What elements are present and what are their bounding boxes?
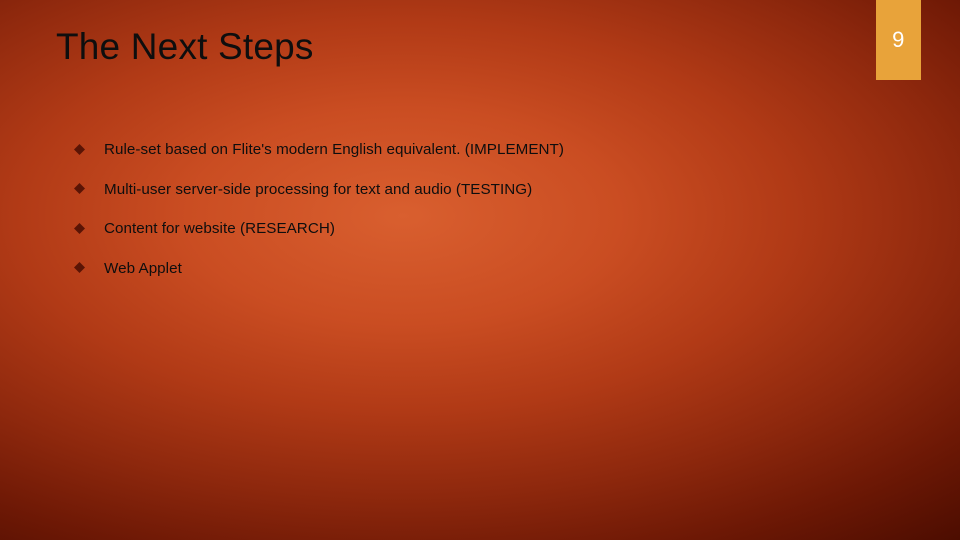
slide: 9 The Next Steps Rule-set based on Flite…	[0, 0, 960, 540]
diamond-bullet-icon	[72, 261, 86, 275]
page-number-badge: 9	[876, 0, 921, 80]
list-item-text: Web Applet	[104, 259, 182, 280]
diamond-bullet-icon	[72, 182, 86, 196]
list-item-text: Rule-set based on Flite's modern English…	[104, 140, 564, 161]
list-item-text: Content for website (RESEARCH)	[104, 219, 335, 240]
list-item: Web Applet	[72, 259, 900, 280]
slide-title: The Next Steps	[56, 26, 314, 68]
diamond-bullet-icon	[72, 221, 86, 235]
bullet-list: Rule-set based on Flite's modern English…	[72, 140, 900, 279]
slide-content: Rule-set based on Flite's modern English…	[72, 140, 900, 298]
diamond-bullet-icon	[72, 142, 86, 156]
list-item: Content for website (RESEARCH)	[72, 219, 900, 240]
page-number: 9	[892, 27, 905, 53]
list-item: Multi-user server-side processing for te…	[72, 180, 900, 201]
list-item: Rule-set based on Flite's modern English…	[72, 140, 900, 161]
list-item-text: Multi-user server-side processing for te…	[104, 180, 532, 201]
